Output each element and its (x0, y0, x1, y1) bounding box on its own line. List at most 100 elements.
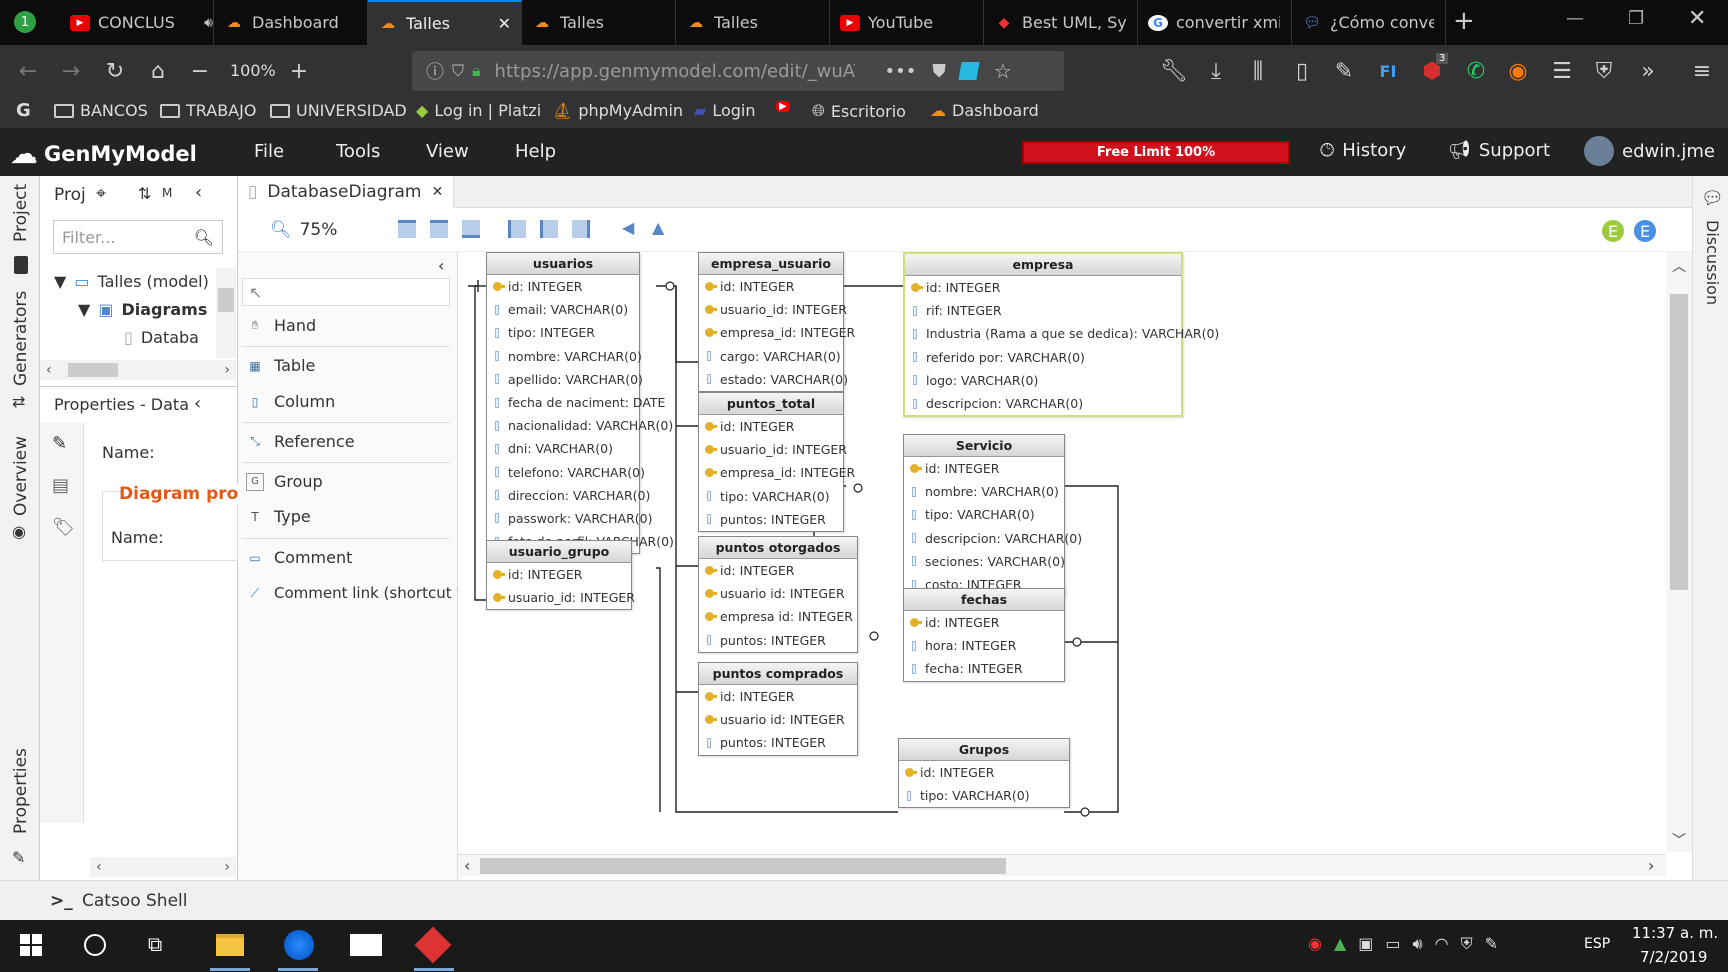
table-column-row[interactable]: usuario id: INTEGER (699, 582, 857, 605)
pointer-tool[interactable]: ↖ (242, 278, 450, 306)
bookmark-login[interactable]: ▰ Login (694, 101, 755, 120)
battery-icon[interactable]: ▭ (1385, 934, 1400, 954)
table-puntos-comprados[interactable]: puntos comprados id: INTEGER usuario id: I… (698, 662, 858, 756)
table-column-row[interactable]: nombre: VARCHAR(0) (487, 345, 642, 368)
overflow-icon[interactable]: » (1630, 53, 1666, 89)
url-bar[interactable]: ⓘ ⛉ 🔒︎ https://app.genmymodel.com/edit/_… (412, 51, 1064, 91)
table-header[interactable]: puntos_total (699, 393, 843, 415)
privacy-icon[interactable]: ⛨ (1586, 53, 1622, 89)
google-bookmark-icon[interactable]: G (16, 100, 31, 121)
browser-tab[interactable]: ☁ Talles (676, 0, 830, 45)
table-servicio[interactable]: Servicio id: INTEGER nombre: VARCHAR(0) tip… (903, 434, 1082, 598)
notification-badge[interactable]: 1 (14, 11, 36, 33)
align-center-icon[interactable] (540, 220, 558, 238)
browser-tab[interactable]: ▶ CONCLUS 🔊︎ (60, 0, 214, 45)
table-puntos-total[interactable]: puntos_total id: INTEGER usuario_id: INTEG… (698, 392, 855, 532)
table-column-row[interactable]: email: VARCHAR(0) (487, 298, 639, 321)
canvas-vscroll[interactable]: ︿ ﹀ (1666, 252, 1692, 852)
tray-app-icon[interactable]: ◉ (1308, 934, 1322, 954)
support-button[interactable]: 📢︎ Support (1448, 140, 1550, 161)
language-indicator[interactable]: ESP (1584, 936, 1610, 952)
library-icon[interactable]: ⫼ (1240, 53, 1276, 89)
table-column-row[interactable]: telefono: VARCHAR(0) (487, 461, 645, 484)
close-tab-icon[interactable]: ✕ (498, 14, 511, 33)
pen-tray-icon[interactable]: ✎ (1485, 934, 1498, 954)
vscroll-thumb[interactable] (1670, 294, 1688, 590)
diagram-canvas[interactable]: usuarios id: INTEGER email: VARCHAR(0) tipo… (458, 252, 1666, 864)
table-column-row[interactable]: id: INTEGER (487, 275, 639, 298)
bookmark-bancos[interactable]: BANCOS (54, 101, 148, 120)
canvas-hscroll[interactable]: ‹ › (458, 854, 1666, 876)
bookmark-universidad[interactable]: UNIVERSIDAD (270, 101, 407, 120)
browser-tab[interactable]: ◆ Best UML, Sy (984, 0, 1138, 45)
table-column-row[interactable]: direccion: VARCHAR(0) (487, 484, 650, 507)
hscroll-thumb[interactable] (480, 858, 1006, 874)
align-top-icon[interactable] (398, 220, 416, 238)
table-column-row[interactable]: id: INTEGER (699, 275, 843, 298)
table-header[interactable]: empresa_usuario (699, 253, 843, 275)
distribute-vertical-icon[interactable]: ▲ (652, 218, 664, 237)
close-window-button[interactable]: ✕ (1688, 6, 1706, 31)
menu-view[interactable]: View (426, 141, 469, 162)
table-column-row[interactable]: id: INTEGER (699, 415, 843, 438)
table-column-row[interactable]: empresa_id: INTEGER (699, 321, 855, 344)
collaborator-avatar-1[interactable]: E (1600, 218, 1626, 244)
table-header[interactable]: fechas (904, 589, 1064, 611)
speaker-icon[interactable]: 🔊︎ (204, 15, 213, 31)
defender-icon[interactable]: ⛨ (1461, 934, 1473, 954)
collapse-properties-icon[interactable]: ‹ (194, 393, 201, 414)
collaborator-avatar-2[interactable]: E (1632, 218, 1658, 244)
scroll-left-icon[interactable]: ‹ (96, 859, 102, 875)
table-column-row[interactable]: id: INTEGER (904, 611, 1064, 634)
palette-group[interactable]: G Group (246, 472, 323, 491)
tab-database-diagram[interactable]: ▯ DatabaseDiagram ✕ (238, 176, 455, 208)
forward-button[interactable]: → (53, 53, 89, 89)
table-column-row[interactable]: nombre: VARCHAR(0) (904, 480, 1064, 503)
palette-type[interactable]: T Type (246, 507, 310, 526)
stack-icon[interactable]: ☰ (1544, 53, 1580, 89)
browser-tab[interactable]: ☁ Talles ✕ (368, 0, 522, 45)
tree-item-model[interactable]: ▼ ▭ Talles (model) (54, 272, 209, 291)
wrench-icon[interactable]: 🔧︎ (1156, 53, 1192, 89)
browser-tab[interactable]: 💬︎ ¿Cómo conve (1292, 0, 1446, 45)
table-column-row[interactable]: descripcion: VARCHAR(0) (904, 527, 1082, 550)
table-column-row[interactable]: tipo: VARCHAR(0) (899, 784, 1069, 807)
table-header[interactable]: usuario_grupo (487, 541, 631, 563)
wifi-icon[interactable]: ◠ (1435, 934, 1449, 954)
browser-tab[interactable]: ☁ Talles (522, 0, 676, 45)
table-column-row[interactable]: usuario_id: INTEGER (699, 298, 847, 321)
list-tab-icon[interactable]: ▤ (52, 475, 69, 496)
align-middle-icon[interactable] (430, 220, 448, 238)
firefox-extension-icon[interactable]: ◉ (1500, 53, 1536, 89)
table-column-row[interactable]: puntos: INTEGER (699, 629, 857, 652)
history-button[interactable]: 🕑︎ History (1320, 140, 1406, 161)
properties-hscroll[interactable]: ‹ › (90, 857, 236, 877)
table-column-row[interactable]: fecha de naciment: DATE (487, 391, 665, 414)
table-column-row[interactable]: descripcion: VARCHAR(0) (905, 392, 1181, 415)
table-column-row[interactable]: tipo: VARCHAR(0) (699, 485, 843, 508)
gitkraken-icon[interactable] (414, 926, 452, 964)
shield-icon[interactable]: ⛉ (452, 61, 464, 81)
palette-column[interactable]: ▯ Column (246, 392, 336, 411)
zoom-control[interactable]: 🔍︎ 75% (270, 220, 337, 240)
table-column-row[interactable]: puntos: INTEGER (699, 731, 857, 754)
collapse-palette-icon[interactable]: ‹ (438, 256, 444, 275)
user-menu[interactable]: edwin.jme (1584, 136, 1715, 166)
hamburger-menu-icon[interactable]: ≡ (1684, 53, 1720, 89)
home-button[interactable]: ⌂ (140, 53, 176, 89)
table-column-row[interactable]: id: INTEGER (487, 563, 631, 586)
close-tab-icon[interactable]: ✕ (431, 184, 443, 200)
palette-hand[interactable]: ✋︎ Hand (246, 316, 317, 335)
edit-tab-icon[interactable]: ✎ (52, 433, 67, 454)
scroll-right-icon[interactable]: › (224, 859, 230, 875)
scroll-left-icon[interactable]: ‹ (46, 362, 52, 378)
menu-file[interactable]: File (254, 141, 284, 162)
table-column-row[interactable]: id: INTEGER (904, 457, 1064, 480)
extension-icon[interactable] (958, 62, 980, 80)
tray-icons[interactable]: ◉ ▲ ▣ ▭ 🔊︎ ◠ ⛨ ✎ (1308, 934, 1498, 954)
table-empresa[interactable]: empresa id: INTEGER rif: INTEGER Industria … (903, 252, 1219, 418)
table-header[interactable]: Grupos (899, 739, 1069, 761)
maximize-button[interactable]: ❐ (1628, 8, 1644, 29)
table-column-row[interactable]: id: INTEGER (699, 685, 857, 708)
filter-input[interactable]: Filter... 🔍︎ (53, 220, 223, 254)
